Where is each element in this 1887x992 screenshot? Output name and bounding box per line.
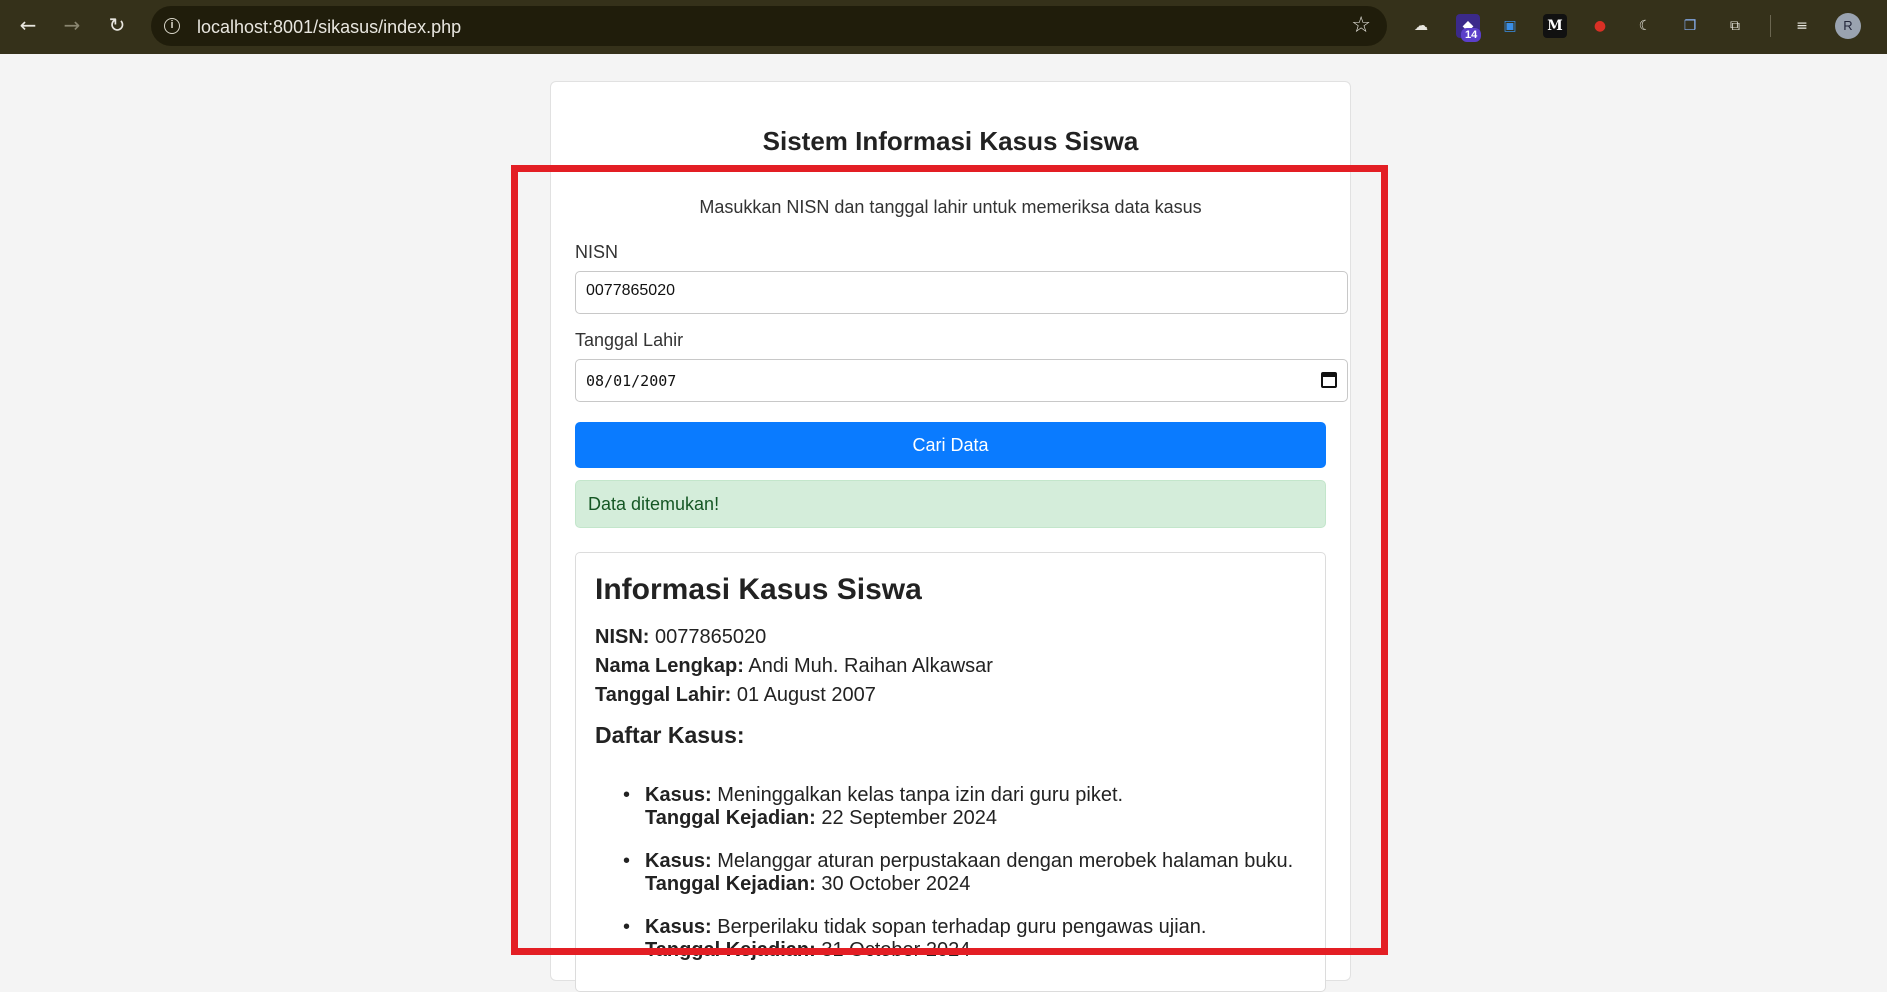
nisn-info-value: 0077865020 bbox=[655, 626, 767, 648]
cloud-icon[interactable]: ☁ bbox=[1409, 14, 1433, 38]
dob-value: 08/01/2007 bbox=[586, 372, 677, 390]
case-date-label: Tanggal Kejadian: bbox=[645, 873, 816, 895]
tomato-icon[interactable]: ● bbox=[1588, 14, 1612, 38]
playlist-icon[interactable]: ≡ bbox=[1790, 14, 1814, 38]
translate-icon[interactable]: ▣ bbox=[1498, 14, 1522, 38]
name-info-value: Andi Muh. Raihan Alkawsar bbox=[748, 655, 993, 677]
dob-label: Tanggal Lahir bbox=[575, 330, 684, 350]
nisn-info-label: NISN: bbox=[595, 626, 650, 648]
page-body: Sistem Informasi Kasus Siswa Masukkan NI… bbox=[0, 54, 1887, 992]
name-info-label: Nama Lengkap: bbox=[595, 655, 744, 677]
back-icon[interactable]: ← bbox=[17, 14, 39, 36]
nisn-input[interactable]: 0077865020 bbox=[575, 271, 1348, 314]
address-bar[interactable]: i localhost:8001/sikasus/index.php ☆ bbox=[151, 6, 1387, 46]
moon-icon[interactable]: ☾ bbox=[1633, 14, 1657, 38]
copy-icon[interactable]: ❐ bbox=[1678, 14, 1702, 38]
name-info: Nama Lengkap: Andi Muh. Raihan Alkawsar bbox=[595, 655, 993, 678]
case-label: Kasus: bbox=[645, 850, 712, 872]
url-text[interactable]: localhost:8001/sikasus/index.php bbox=[197, 17, 461, 38]
bullet-icon: • bbox=[623, 784, 631, 806]
medium-icon[interactable]: M bbox=[1543, 14, 1567, 38]
dob-info-label: Tanggal Lahir: bbox=[595, 684, 732, 706]
case-description: Meninggalkan kelas tanpa izin dari guru … bbox=[717, 784, 1124, 806]
success-alert: Data ditemukan! bbox=[575, 480, 1326, 528]
toolbar-divider bbox=[1770, 15, 1771, 37]
form-card: Sistem Informasi Kasus Siswa Masukkan NI… bbox=[550, 81, 1351, 992]
extension-badge: 14 bbox=[1461, 28, 1482, 42]
case-description: Berperilaku tidak sopan terhadap guru pe… bbox=[717, 916, 1207, 938]
case-date: 30 October 2024 bbox=[821, 873, 971, 895]
case-label: Kasus: bbox=[645, 784, 712, 806]
avatar[interactable]: R bbox=[1835, 13, 1861, 39]
list-item: • Kasus: Meninggalkan kelas tanpa izin d… bbox=[623, 784, 1124, 830]
case-label: Kasus: bbox=[645, 916, 712, 938]
info-icon[interactable]: i bbox=[164, 18, 180, 34]
bullet-icon: • bbox=[623, 916, 631, 938]
case-date-label: Tanggal Kejadian: bbox=[645, 939, 816, 961]
result-panel: Informasi Kasus Siswa NISN: 0077865020 N… bbox=[575, 552, 1326, 992]
case-date: 22 September 2024 bbox=[821, 807, 998, 829]
puzzle-icon[interactable]: ⧉ bbox=[1723, 14, 1747, 38]
cases-heading: Daftar Kasus: bbox=[595, 722, 745, 748]
list-item: • Kasus: Berperilaku tidak sopan terhada… bbox=[623, 916, 1207, 962]
case-date: 31 October 2024 bbox=[821, 939, 971, 961]
nisn-label: NISN bbox=[575, 242, 619, 262]
dob-input[interactable]: 08/01/2007 bbox=[575, 359, 1348, 402]
dob-info: Tanggal Lahir: 01 August 2007 bbox=[595, 684, 876, 707]
bullet-icon: • bbox=[623, 850, 631, 872]
reload-icon[interactable]: ↻ bbox=[106, 14, 128, 36]
nisn-info: NISN: 0077865020 bbox=[595, 626, 766, 649]
case-date-label: Tanggal Kejadian: bbox=[645, 807, 816, 829]
result-heading: Informasi Kasus Siswa bbox=[595, 573, 922, 606]
browser-toolbar: ← → ↻ i localhost:8001/sikasus/index.php… bbox=[0, 0, 1887, 54]
page-title: Sistem Informasi Kasus Siswa bbox=[762, 126, 1139, 156]
forward-icon[interactable]: → bbox=[61, 14, 83, 36]
page-subtitle: Masukkan NISN dan tanggal lahir untuk me… bbox=[699, 197, 1202, 217]
case-description: Melanggar aturan perpustakaan dengan mer… bbox=[717, 850, 1294, 872]
list-item: • Kasus: Melanggar aturan perpustakaan d… bbox=[623, 850, 1294, 896]
calendar-icon[interactable] bbox=[1321, 372, 1337, 388]
star-icon[interactable]: ☆ bbox=[1351, 13, 1371, 38]
search-button[interactable]: Cari Data bbox=[575, 422, 1326, 468]
dob-info-value: 01 August 2007 bbox=[736, 684, 876, 706]
